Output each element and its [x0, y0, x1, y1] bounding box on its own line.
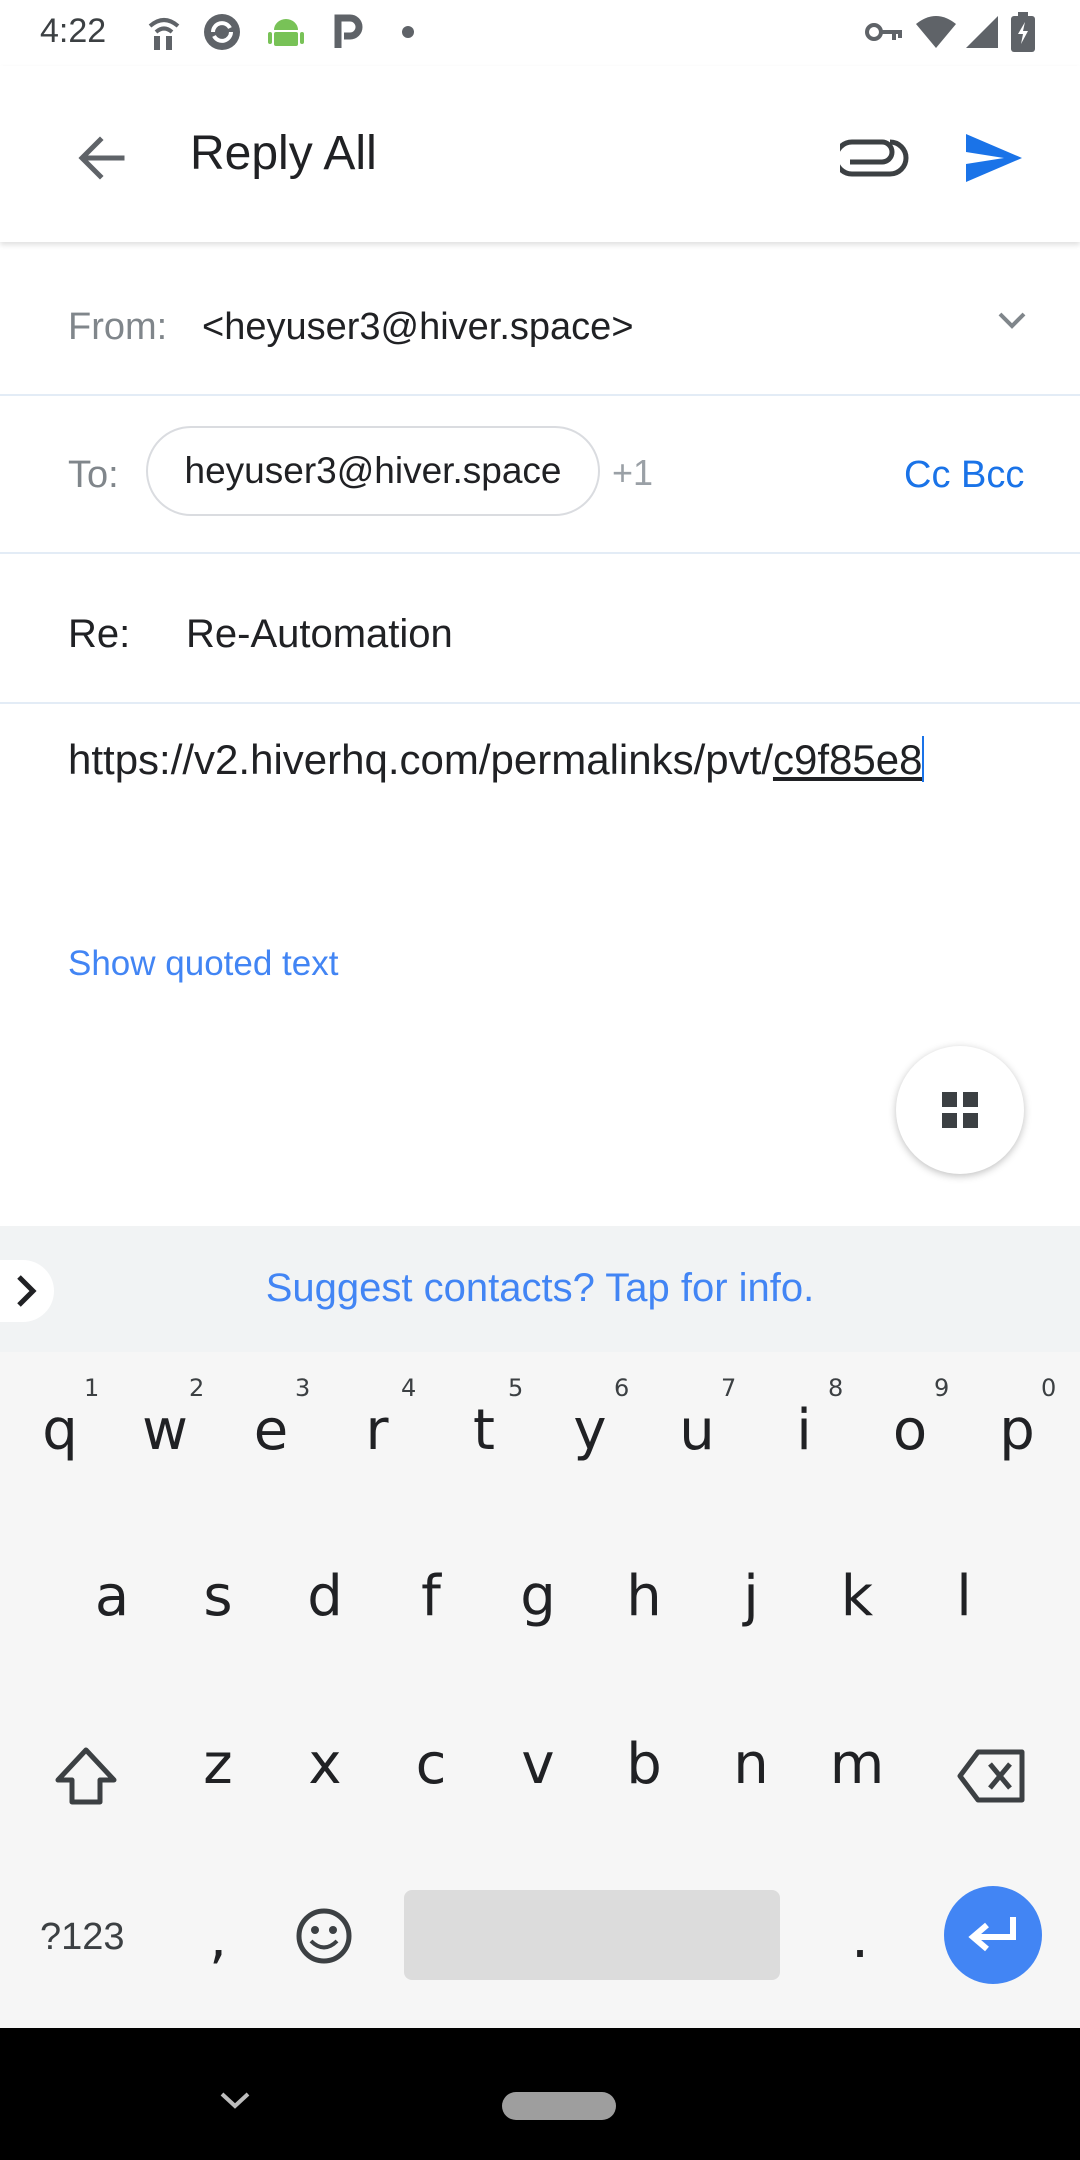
key-x[interactable]: x [285, 1732, 365, 1797]
key-hint-0: 0 [1041, 1374, 1057, 1402]
key-w[interactable]: w [125, 1398, 205, 1463]
key-k[interactable]: k [817, 1564, 897, 1629]
key-hint-2: 2 [189, 1374, 205, 1402]
from-value[interactable]: <heyuser3@hiver.space> [202, 306, 634, 349]
home-pill[interactable] [502, 2092, 616, 2120]
suggestion-strip: Suggest contacts? Tap for info. [0, 1226, 1080, 1352]
key-hint-5: 5 [508, 1374, 524, 1402]
app-bar: Reply All [0, 66, 1080, 242]
suggest-contacts-prompt[interactable]: Suggest contacts? Tap for info. [0, 1266, 1080, 1311]
key-m[interactable]: m [817, 1732, 897, 1797]
divider [0, 394, 1080, 396]
key-r[interactable]: r [337, 1398, 417, 1463]
key-hint-4: 4 [401, 1374, 417, 1402]
subject-field[interactable]: Re-Automation [186, 612, 453, 657]
key-j[interactable]: j [711, 1564, 791, 1629]
key-p[interactable]: p [977, 1398, 1057, 1463]
key-l[interactable]: l [924, 1564, 1004, 1629]
hide-keyboard-icon[interactable] [218, 2086, 252, 2114]
key-hint-1: 1 [84, 1374, 100, 1402]
more-recipients-count[interactable]: +1 [612, 452, 653, 494]
key-v[interactable]: v [498, 1732, 578, 1797]
divider [0, 702, 1080, 704]
parking-icon [334, 14, 363, 48]
status-time: 4:22 [40, 12, 107, 50]
wifi-calling-icon [148, 18, 180, 50]
keyboard-return-icon [968, 1917, 1016, 1952]
dot-icon [402, 26, 414, 38]
arrow-back-icon[interactable] [70, 126, 134, 190]
key-e[interactable]: e [231, 1398, 311, 1463]
from-label: From: [68, 306, 168, 348]
key-d[interactable]: d [285, 1564, 365, 1629]
key-hint-6: 6 [614, 1374, 630, 1402]
status-bar: 4:22 [0, 0, 1080, 66]
cc-bcc-button[interactable]: Cc Bcc [904, 454, 1024, 497]
key-y[interactable]: y [550, 1398, 630, 1463]
paperclip-icon[interactable] [840, 128, 910, 188]
key-t[interactable]: t [444, 1398, 524, 1463]
apps-fab-button[interactable] [896, 1046, 1024, 1174]
enter-key[interactable] [944, 1886, 1042, 1984]
key-s[interactable]: s [178, 1564, 258, 1629]
key-g[interactable]: g [498, 1564, 578, 1629]
to-label: To: [68, 454, 119, 496]
body-text-composing: c9f85e8 [772, 736, 923, 783]
key-q[interactable]: q [20, 1398, 100, 1463]
key-n[interactable]: n [711, 1732, 791, 1797]
key-z[interactable]: z [178, 1732, 258, 1797]
wifi-icon [916, 16, 956, 48]
system-nav-bar [0, 2028, 1080, 2160]
key-c[interactable]: c [391, 1732, 471, 1797]
key-o[interactable]: o [870, 1398, 950, 1463]
shift-key-icon[interactable] [50, 1744, 122, 1808]
sync-icon [204, 14, 240, 50]
show-quoted-text-link[interactable]: Show quoted text [68, 944, 338, 984]
recipient-chip[interactable]: heyuser3@hiver.space [146, 426, 600, 516]
divider [0, 552, 1080, 554]
symbols-key[interactable]: ?123 [40, 1916, 125, 1959]
spacebar-key[interactable] [404, 1890, 780, 1980]
key-i[interactable]: i [764, 1398, 844, 1463]
chevron-down-icon[interactable] [990, 300, 1034, 340]
send-icon[interactable] [962, 128, 1026, 188]
key-hint-3: 3 [295, 1374, 311, 1402]
key-u[interactable]: u [657, 1398, 737, 1463]
subject-label: Re: [68, 612, 131, 656]
key-a[interactable]: a [72, 1564, 152, 1629]
message-body[interactable]: https://v2.hiverhq.com/permalinks/pvt/c9… [68, 736, 925, 784]
android-icon [268, 19, 304, 46]
key-hint-7: 7 [721, 1374, 737, 1402]
key-hint-9: 9 [934, 1374, 950, 1402]
key-hint-8: 8 [828, 1374, 844, 1402]
vpn-key-icon [865, 23, 902, 41]
apps-grid-icon [942, 1092, 978, 1128]
backspace-icon[interactable] [956, 1748, 1028, 1804]
body-text-prefix: https://v2.hiverhq.com/permalinks/pvt/ [68, 736, 773, 783]
comma-key[interactable]: , [178, 1906, 258, 1971]
emoji-icon[interactable] [294, 1906, 354, 1966]
signal-icon [966, 16, 998, 48]
key-h[interactable]: h [604, 1564, 684, 1629]
page-title: Reply All [190, 127, 377, 180]
period-key[interactable]: . [820, 1906, 900, 1971]
battery-charging-icon [1011, 12, 1035, 52]
key-f[interactable]: f [391, 1564, 471, 1629]
text-cursor [922, 736, 925, 782]
key-b[interactable]: b [604, 1732, 684, 1797]
